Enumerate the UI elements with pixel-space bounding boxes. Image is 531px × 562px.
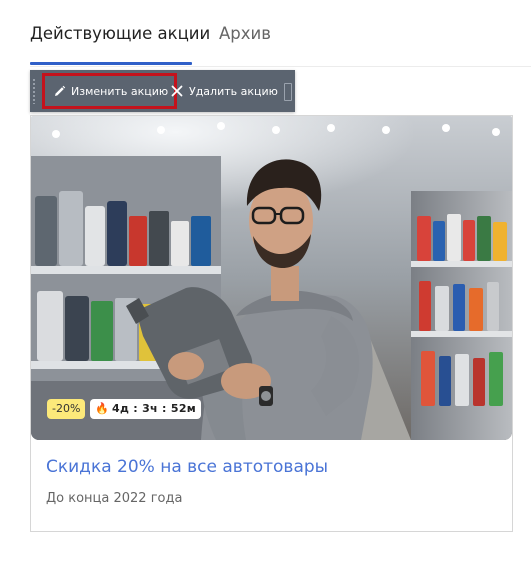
- tab-active-promotions[interactable]: Действующие акции: [30, 24, 210, 43]
- block-toolbar: Изменить акцию Удалить акцию: [30, 70, 295, 112]
- fire-icon: 🔥: [95, 402, 109, 415]
- drag-handle-icon[interactable]: [32, 78, 36, 104]
- active-tab-indicator: [30, 62, 192, 65]
- discount-badge: -20%: [47, 399, 86, 419]
- promotion-image: [31, 116, 512, 440]
- countdown-value: 4д : 3ч : 52м: [112, 402, 197, 415]
- promotion-card[interactable]: -20% 🔥 4д : 3ч : 52м Скидка 20% на все ав…: [30, 115, 513, 532]
- promotion-title[interactable]: Скидка 20% на все автотовары: [46, 457, 328, 477]
- toolbar-handle-icon[interactable]: [284, 83, 292, 101]
- countdown-badge: 🔥 4д : 3ч : 52м: [90, 399, 202, 419]
- edit-promotion-label: Изменить акцию: [71, 84, 169, 98]
- edit-promotion-button[interactable]: Изменить акцию: [42, 73, 178, 109]
- promotion-subtitle: До конца 2022 года: [46, 491, 183, 506]
- delete-promotion-button[interactable]: Удалить акцию: [170, 70, 278, 112]
- pencil-icon: [52, 84, 66, 98]
- close-icon: [170, 84, 184, 98]
- promo-tabs: Действующие акции Архив: [30, 0, 531, 67]
- delete-promotion-label: Удалить акцию: [189, 84, 278, 98]
- tab-archive[interactable]: Архив: [219, 24, 271, 43]
